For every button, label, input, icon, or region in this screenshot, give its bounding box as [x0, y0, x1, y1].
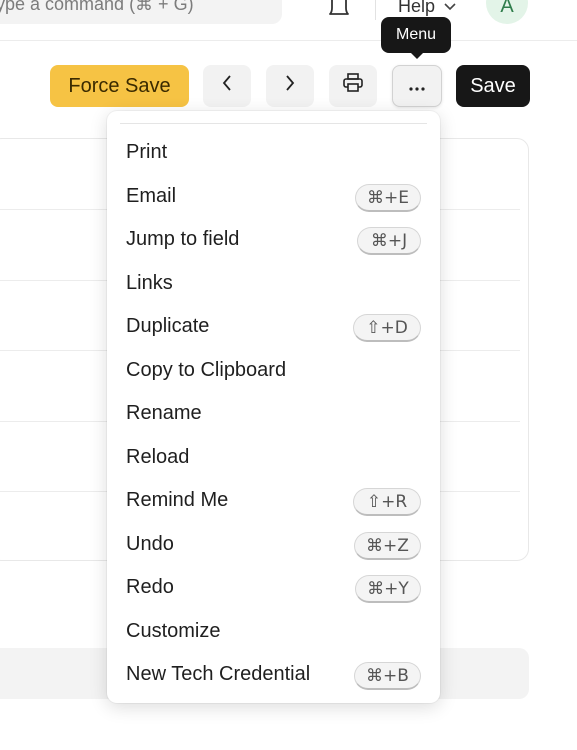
menu-item-label: Email	[126, 185, 177, 207]
chevron-down-icon	[443, 0, 457, 17]
menu-item-label: Customize	[126, 620, 221, 642]
menu-item-label: Links	[126, 272, 173, 294]
next-record-button[interactable]	[266, 65, 314, 107]
more-dropdown-menu: Print Email ⌘+E Jump to field ⌘+J Links …	[107, 111, 440, 703]
menu-tooltip: Menu	[381, 17, 451, 59]
command-search-input[interactable]: ype a command (⌘ + G)	[0, 0, 282, 24]
print-button[interactable]	[329, 65, 377, 107]
top-navbar: ype a command (⌘ + G) Help A	[0, 0, 577, 41]
menu-item-new-tech-credential[interactable]: New Tech Credential ⌘+B	[107, 654, 440, 694]
save-button[interactable]: Save	[456, 65, 530, 107]
menu-item-email[interactable]: Email ⌘+E	[107, 176, 440, 216]
shortcut-badge: ⌘+Z	[354, 532, 421, 560]
menu-item-links[interactable]: Links	[107, 263, 440, 303]
printer-icon	[342, 73, 364, 99]
menu-item-label: Remind Me	[126, 489, 229, 511]
chevron-left-icon	[221, 74, 233, 98]
menu-item-label: New Tech Credential	[126, 663, 311, 685]
previous-record-button[interactable]	[203, 65, 251, 107]
force-save-button[interactable]: Force Save	[50, 65, 189, 107]
menu-item-label: Redo	[126, 576, 174, 598]
menu-item-label: Jump to field	[126, 228, 240, 250]
avatar[interactable]: A	[486, 0, 528, 24]
menu-item-label: Print	[126, 141, 168, 163]
menu-item-jump-to-field[interactable]: Jump to field ⌘+J	[107, 219, 440, 259]
more-menu-button[interactable]	[392, 65, 442, 107]
shortcut-badge: ⇧+D	[353, 314, 421, 342]
help-label: Help	[398, 0, 436, 16]
menu-separator	[120, 123, 427, 124]
shortcut-badge: ⇧+R	[353, 488, 421, 516]
menu-item-label: Reload	[126, 446, 190, 468]
shortcut-badge: ⌘+E	[355, 184, 421, 212]
menu-item-undo[interactable]: Undo ⌘+Z	[107, 524, 440, 564]
chevron-right-icon	[284, 74, 296, 98]
bell-icon[interactable]	[328, 0, 350, 18]
menu-item-customize[interactable]: Customize	[107, 611, 440, 651]
more-horizontal-icon	[408, 75, 426, 98]
menu-item-copy-to-clipboard[interactable]: Copy to Clipboard	[107, 350, 440, 390]
menu-item-label: Copy to Clipboard	[126, 359, 287, 381]
navbar-divider	[375, 0, 376, 20]
menu-item-print[interactable]: Print	[107, 132, 440, 172]
menu-item-remind-me[interactable]: Remind Me ⇧+R	[107, 480, 440, 520]
help-menu[interactable]: Help	[398, 0, 457, 17]
menu-item-label: Rename	[126, 402, 202, 424]
menu-item-redo[interactable]: Redo ⌘+Y	[107, 567, 440, 607]
shortcut-badge: ⌘+Y	[355, 575, 421, 603]
search-placeholder: ype a command (⌘ + G)	[0, 0, 194, 14]
shortcut-badge: ⌘+B	[354, 662, 421, 690]
menu-item-label: Undo	[126, 533, 174, 555]
shortcut-badge: ⌘+J	[357, 227, 421, 255]
menu-item-rename[interactable]: Rename	[107, 393, 440, 433]
menu-item-reload[interactable]: Reload	[107, 437, 440, 477]
menu-item-label: Duplicate	[126, 315, 210, 337]
menu-item-duplicate[interactable]: Duplicate ⇧+D	[107, 306, 440, 346]
